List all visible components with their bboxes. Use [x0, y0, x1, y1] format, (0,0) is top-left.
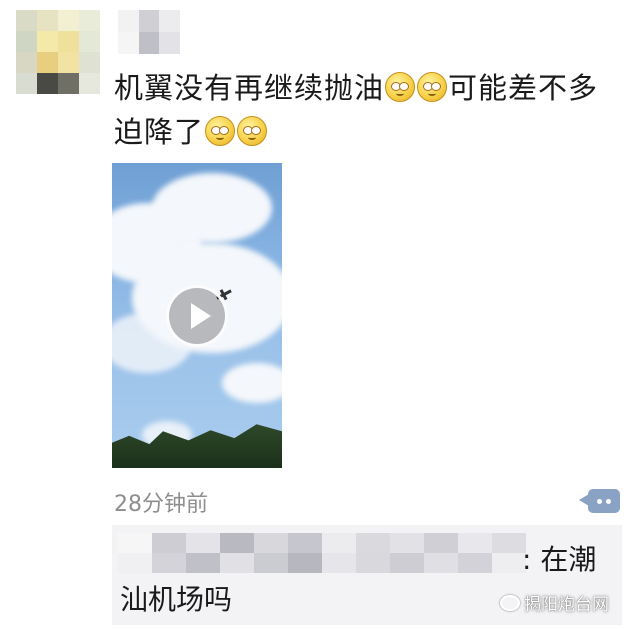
post-text-after-emoji: 可能差不多	[448, 71, 599, 105]
play-icon[interactable]	[166, 284, 228, 347]
post-text: 机翼没有再继续抛油 可能差不多 迫降了	[114, 66, 634, 154]
video-thumbnail[interactable]	[112, 163, 282, 468]
avatar[interactable]	[16, 10, 100, 94]
dot	[606, 498, 611, 504]
watermark: 揭阳炮台网	[500, 590, 609, 615]
treeline	[112, 424, 282, 468]
cloud-shape	[222, 363, 282, 403]
dizzy-face-icon	[237, 116, 268, 146]
dizzy-face-icon	[385, 72, 416, 102]
commenter-name-blurred[interactable]	[118, 533, 526, 573]
wechat-icon	[500, 594, 520, 611]
comment-text-line2: 汕机场吗	[120, 583, 233, 616]
dot	[597, 498, 602, 504]
comment-text-line1: : 在潮	[522, 543, 597, 576]
post-timestamp: 28分钟前	[114, 492, 208, 517]
dizzy-face-icon	[417, 72, 448, 102]
comment-dots-icon[interactable]	[588, 489, 620, 513]
post-text-line1: 机翼没有再继续抛油	[114, 71, 385, 105]
watermark-text: 揭阳炮台网	[524, 595, 609, 615]
username-blurred[interactable]	[118, 10, 180, 54]
dizzy-face-icon	[205, 116, 236, 146]
post-text-line2: 迫降了	[114, 115, 205, 149]
